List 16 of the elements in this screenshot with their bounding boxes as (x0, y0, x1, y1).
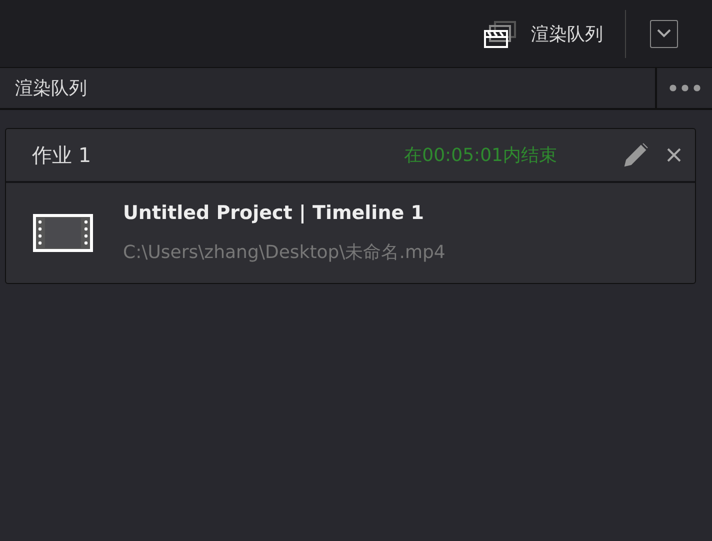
job-status: 在00:05:01内结束 (404, 144, 557, 167)
job-title: Untitled Project | Timeline 1 (123, 202, 425, 224)
render-queue-label[interactable]: 渲染队列 (531, 22, 603, 46)
job-name: 作业 1 (32, 142, 92, 168)
ellipsis-icon (668, 84, 700, 92)
clapperboard-icon[interactable] (483, 18, 517, 48)
job-card[interactable]: 作业 1 在00:05:01内结束 Untitled Project | Timeline 1 C:\Users\zhang\Desktop\未命名.mp4 (5, 128, 696, 284)
edit-button[interactable] (623, 142, 649, 168)
close-icon (667, 148, 681, 162)
film-icon (33, 214, 93, 252)
output-path: C:\Users\zhang\Desktop\未命名.mp4 (123, 241, 446, 264)
panel-title: 渲染队列 (15, 77, 87, 100)
pencil-icon (623, 142, 649, 168)
chevron-down-icon (657, 29, 671, 38)
close-button[interactable] (667, 148, 681, 162)
collapse-button[interactable] (650, 20, 678, 48)
